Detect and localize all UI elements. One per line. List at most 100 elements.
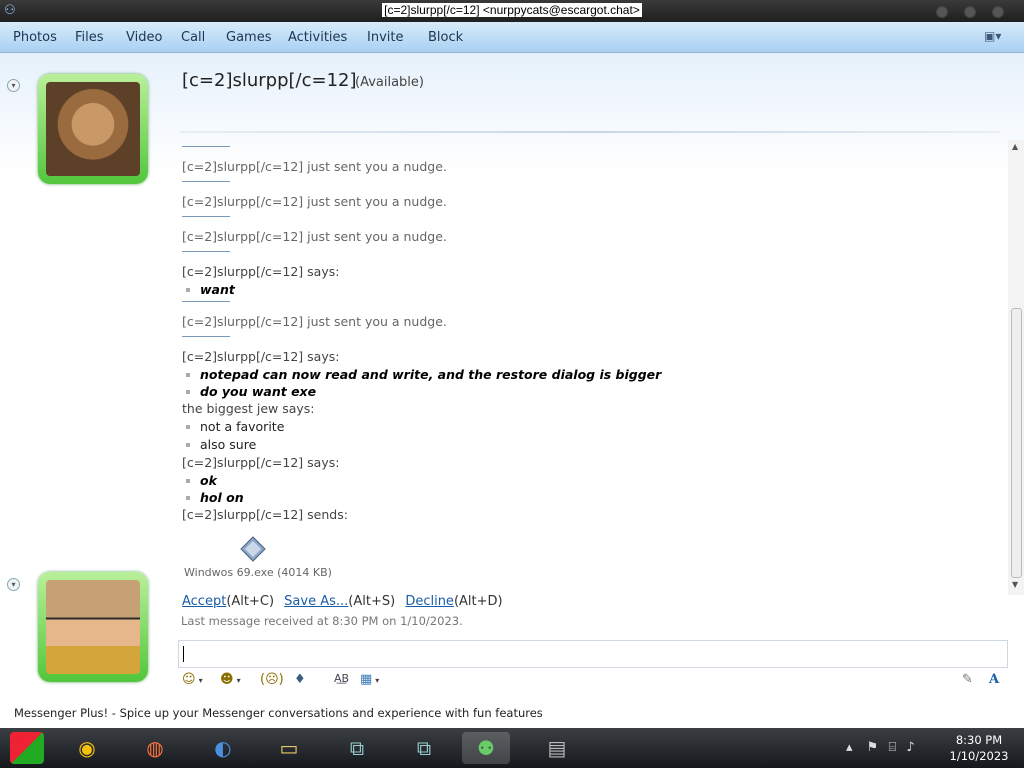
banner-text: Messenger Plus! - Spice up your Messenge…	[14, 706, 543, 720]
nudge-notice: [c=2]slurpp[/c=12] just sent you a nudge…	[182, 159, 447, 174]
action-menu-bar: Photos Files Video Call Games Activities…	[0, 22, 1024, 53]
pen-icon[interactable]: ✎	[962, 672, 973, 690]
divider	[182, 146, 230, 147]
bullet	[186, 389, 190, 394]
bullet	[186, 287, 190, 292]
minimize-button[interactable]	[936, 6, 948, 18]
bullet	[186, 442, 190, 447]
setup-icon[interactable]: ⧉	[407, 732, 441, 764]
window-title-text: [c=2]slurpp[/c=12] <nurppycats@escargot.…	[382, 3, 642, 17]
contact-avatar[interactable]	[38, 74, 148, 184]
window-options-icon[interactable]: ▣▾	[984, 29, 1010, 45]
message-text: not a favorite	[200, 419, 285, 434]
message-line: do you want exe	[182, 384, 1002, 401]
chrome-icon[interactable]: ◉	[70, 732, 104, 764]
clock-time: 8:30 PM	[955, 733, 1003, 747]
text-caret	[183, 646, 184, 662]
message-text: ok	[200, 473, 217, 488]
clock-date: 1/10/2023	[949, 749, 1009, 763]
wink-icon[interactable]: ☻	[220, 672, 241, 690]
last-message-status: Last message received at 8:30 PM on 1/10…	[181, 614, 463, 628]
collapse-contact-icon[interactable]: ▾	[7, 79, 20, 92]
maximize-button[interactable]	[964, 6, 976, 18]
close-button[interactable]	[992, 6, 1004, 18]
message-line: also sure	[182, 437, 1002, 455]
message-line: hol on	[182, 490, 1002, 507]
menu-files[interactable]: Files	[75, 30, 104, 45]
flag-icon[interactable]: ⚑	[867, 740, 879, 755]
user-avatar[interactable]	[38, 572, 148, 682]
network-icon[interactable]: ⌸	[888, 740, 896, 755]
contact-picture	[46, 82, 140, 176]
bullet	[186, 495, 190, 500]
message-input[interactable]	[178, 640, 1008, 668]
window-icon[interactable]: ▤	[540, 732, 574, 764]
start-icon[interactable]	[10, 732, 44, 764]
divider	[182, 336, 230, 337]
title-bar: ⚇ [c=2]slurpp[/c=12] <nurppycats@escargo…	[0, 0, 1024, 22]
folder-icon[interactable]: ▭	[272, 732, 306, 764]
menu-activities[interactable]: Activities	[288, 30, 347, 45]
message-text: want	[200, 282, 235, 297]
setup-icon[interactable]: ⧉	[340, 732, 374, 764]
message-sender: [c=2]slurpp[/c=12] says:	[182, 349, 340, 364]
decline-shortcut: (Alt+D)	[453, 594, 503, 609]
nudge-notice: [c=2]slurpp[/c=12] just sent you a nudge…	[182, 229, 447, 244]
menu-games[interactable]: Games	[226, 30, 271, 45]
background-icon[interactable]: ▦	[360, 672, 379, 690]
decline-link[interactable]: Decline	[405, 594, 454, 609]
menu-block[interactable]: Block	[428, 30, 463, 45]
file-transfer-actions: Accept(Alt+C) Save As...(Alt+S) Decline(…	[182, 594, 503, 609]
message-text: do you want exe	[200, 384, 317, 399]
menu-photos[interactable]: Photos	[13, 30, 57, 45]
message-sender: [c=2]slurpp[/c=12] says:	[182, 264, 340, 279]
save-as-shortcut: (Alt+S)	[348, 594, 396, 609]
system-tray: ▴ ⚑ ⌸ ♪	[846, 740, 915, 755]
divider	[182, 216, 230, 217]
menu-invite[interactable]: Invite	[367, 30, 403, 45]
message-sender: [c=2]slurpp[/c=12] sends:	[182, 507, 348, 522]
message-line: want	[182, 282, 1002, 299]
scroll-thumb[interactable]	[1011, 308, 1022, 578]
conversation-scrollbar[interactable]: ▲ ▼	[1008, 140, 1024, 595]
messenger-taskbar-icon[interactable]: ⚉	[462, 732, 510, 764]
scroll-up-icon[interactable]: ▲	[1012, 142, 1018, 151]
user-picture	[46, 580, 140, 674]
scroll-down-icon[interactable]: ▼	[1012, 580, 1018, 589]
messenger-plus-banner[interactable]: Messenger Plus! - Spice up your Messenge…	[0, 703, 1024, 723]
window-title: [c=2]slurpp[/c=12] <nurppycats@escargot.…	[0, 3, 1024, 18]
nudge-icon[interactable]: (☹)	[260, 672, 284, 690]
voice-clip-icon[interactable]: ♦	[294, 672, 306, 690]
message-sender: the biggest jew says:	[182, 401, 315, 416]
divider	[182, 251, 230, 252]
firefox-icon[interactable]: ◍	[138, 732, 172, 764]
file-name: Windwos 69.exe (4014 KB)	[184, 566, 332, 579]
message-sender: [c=2]slurpp[/c=12] says:	[182, 455, 340, 470]
input-toolbar: ☺ ☻ (☹) ♦ A͟B ▦ ✎ A	[178, 668, 1008, 694]
volume-icon[interactable]: ♪	[906, 740, 914, 755]
collapse-user-icon[interactable]: ▾	[7, 578, 20, 591]
tray-expand-icon[interactable]: ▴	[846, 740, 853, 755]
obama-logo-icon[interactable]: ◐	[206, 732, 240, 764]
save-as-link[interactable]: Save As...	[284, 594, 348, 609]
accept-link[interactable]: Accept	[182, 594, 226, 609]
menu-call[interactable]: Call	[181, 30, 205, 45]
message-text: also sure	[200, 437, 257, 452]
file-icon[interactable]	[240, 536, 266, 562]
menu-video[interactable]: Video	[126, 30, 162, 45]
clock[interactable]: 8:30 PM 1/10/2023	[944, 732, 1014, 764]
font-icon[interactable]: A	[989, 672, 999, 690]
message-line: not a favorite	[182, 419, 1002, 437]
bullet	[186, 372, 190, 377]
message-text: notepad can now read and write, and the …	[200, 367, 662, 382]
taskbar: ◉ ◍ ◐ ▭ ⧉ ⧉ ⚉ ▤ ▴ ⚑ ⌸ ♪ 8:30 PM 1/10/202…	[0, 728, 1024, 768]
contact-name: [c=2]slurpp[/c=12]	[182, 70, 357, 91]
message-text: hol on	[200, 490, 244, 505]
bullet	[186, 478, 190, 483]
contact-status: (Available)	[355, 75, 424, 90]
accept-shortcut: (Alt+C)	[226, 594, 275, 609]
divider	[182, 301, 230, 302]
spell-check-icon[interactable]: A͟B	[334, 672, 349, 690]
header-divider	[180, 131, 1000, 133]
smile-icon[interactable]: ☺	[182, 672, 203, 690]
